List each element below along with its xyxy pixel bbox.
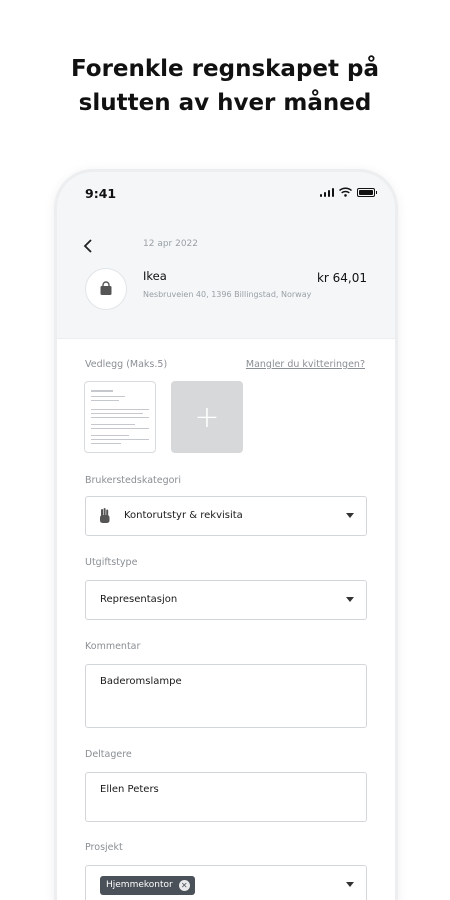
merchant-name: Ikea: [143, 269, 167, 283]
add-attachment-button[interactable]: +: [171, 381, 243, 453]
remove-chip-icon[interactable]: ✕: [178, 880, 190, 891]
expense-date: 12 apr 2022: [143, 239, 199, 249]
plus-icon: +: [194, 399, 220, 435]
marketing-headline: Forenkle regnskapet på slutten av hver m…: [0, 52, 450, 120]
status-bar: 9:41: [57, 172, 395, 216]
cellular-signal-icon: [319, 187, 334, 197]
expense-type-label: Utgiftstype: [85, 557, 138, 568]
receipt-thumbnail[interactable]: [84, 381, 156, 453]
expense-type-select[interactable]: Representasjon: [85, 580, 367, 620]
expense-detail-screen: 9:41 12 apr 2022 Ikea Nesbruveien 40, 13…: [57, 172, 395, 900]
participants-value: Ellen Peters: [100, 784, 159, 795]
chevron-down-icon: [346, 882, 354, 887]
missing-receipt-link[interactable]: Mangler du kvitteringen?: [246, 359, 365, 370]
project-chip-label: Hjemmekontor: [106, 880, 173, 890]
merchant-category-label: Brukerstedskategori: [85, 475, 181, 486]
shopping-bag-icon: [85, 268, 127, 310]
status-icons: [319, 187, 377, 197]
chevron-down-icon: [346, 513, 354, 518]
project-label: Prosjekt: [85, 842, 123, 853]
attachments-label: Vedlegg (Maks.5): [85, 359, 168, 370]
merchant-address: Nesbruveien 40, 1396 Billingstad, Norway: [143, 290, 312, 299]
status-time: 9:41: [85, 186, 117, 201]
back-chevron-icon[interactable]: [83, 238, 93, 257]
participants-field[interactable]: Ellen Peters: [85, 772, 367, 822]
merchant-category-value: Kontorutstyr & rekvisita: [124, 510, 243, 521]
expense-type-value: Representasjon: [100, 594, 178, 605]
phone-frame: 9:41 12 apr 2022 Ikea Nesbruveien 40, 13…: [57, 172, 395, 900]
battery-icon: [357, 187, 377, 197]
comment-label: Kommentar: [85, 641, 141, 652]
participants-label: Deltagere: [85, 749, 132, 760]
comment-field[interactable]: Baderomslampe: [85, 664, 367, 728]
chevron-down-icon: [346, 597, 354, 602]
wifi-icon: [339, 187, 352, 197]
comment-value: Baderomslampe: [100, 676, 182, 687]
expense-form: Vedlegg (Maks.5) Mangler du kvitteringen…: [57, 338, 395, 900]
merchant-category-select[interactable]: Kontorutstyr & rekvisita: [85, 496, 367, 536]
project-select[interactable]: Hjemmekontor ✕: [85, 865, 367, 900]
headline-line-1: Forenkle regnskapet på: [70, 56, 380, 82]
expense-amount: kr 64,01: [316, 271, 367, 285]
headline-line-2: slutten av hver måned: [78, 90, 372, 116]
hand-icon: [99, 508, 111, 528]
project-chip[interactable]: Hjemmekontor ✕: [100, 876, 195, 895]
